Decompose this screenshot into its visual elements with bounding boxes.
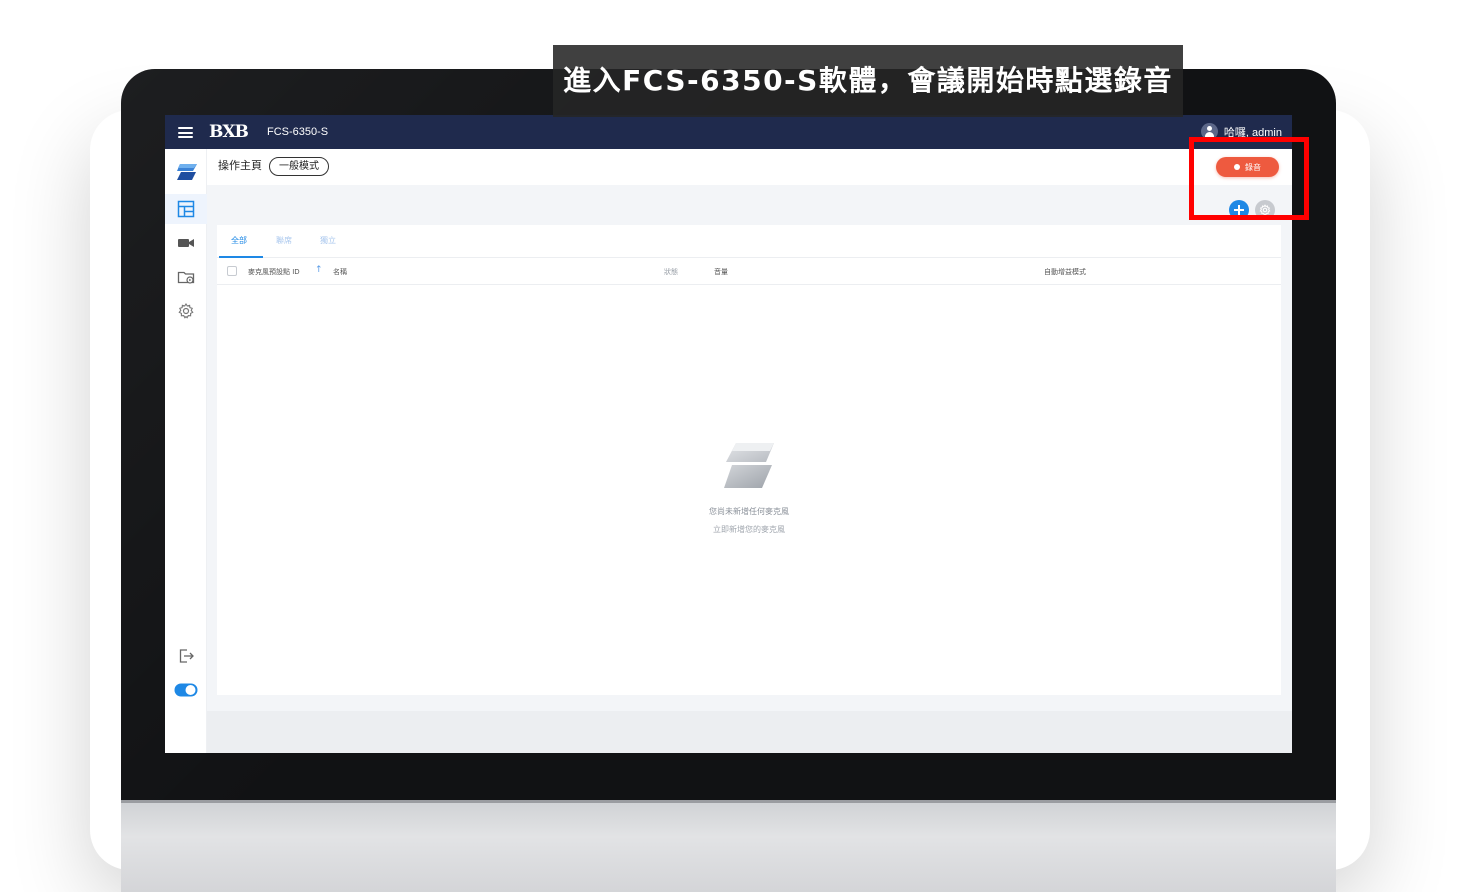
record-highlight-box — [1189, 137, 1309, 220]
gear-icon[interactable] — [176, 301, 196, 321]
table-header: 麥克風預設點 ID ↑ 名稱 狀態 音量 自動增益模式 — [217, 258, 1281, 285]
column-header-volume[interactable]: 音量 — [714, 267, 728, 277]
caption-text: 進入FCS-6350-S軟體，會議開始時點選錄音 — [563, 64, 1173, 97]
monitor-chin-edge — [121, 800, 1336, 803]
logout-icon[interactable] — [176, 646, 196, 666]
sort-arrow-up-icon[interactable]: ↑ — [315, 265, 323, 275]
instruction-caption: 進入FCS-6350-S軟體，會議開始時點選錄音 — [553, 45, 1183, 117]
top-bar: BXB FCS-6350-S 哈囉, admin — [165, 115, 1292, 149]
sidebar — [165, 149, 207, 753]
media-folder-icon[interactable] — [176, 267, 196, 287]
dashboard-icon[interactable] — [176, 199, 196, 219]
tab-all[interactable]: 全部 — [231, 235, 247, 247]
empty-state-title: 您尚未新增任何麥克風 — [709, 507, 789, 516]
screen: BXB FCS-6350-S 哈囉, admin 操作主頁 一般模式 錄音 全部… — [165, 115, 1292, 753]
column-header-name[interactable]: 名稱 — [333, 267, 347, 277]
hamburger-menu-icon[interactable] — [178, 127, 193, 138]
page-title: 操作主頁 — [218, 159, 262, 172]
empty-state-subtitle[interactable]: 立即新增您的麥克風 — [217, 524, 1281, 535]
tab-bar: 全部 聯席 獨立 — [217, 225, 1281, 258]
brand-logo: BXB — [209, 122, 249, 142]
mode-pill[interactable]: 一般模式 — [269, 157, 329, 176]
bottom-band — [207, 711, 1292, 753]
monitor-chin — [121, 800, 1336, 892]
microphone-list-card: 全部 聯席 獨立 麥克風預設點 ID ↑ 名稱 狀態 音量 自動增益模式 您尚未… — [217, 225, 1281, 695]
empty-state: 您尚未新增任何麥克風 立即新增您的麥克風 — [217, 440, 1281, 535]
app-title: FCS-6350-S — [267, 126, 329, 138]
toggle-switch[interactable] — [174, 682, 198, 702]
video-icon[interactable] — [176, 233, 196, 253]
empty-state-logo-icon — [722, 440, 776, 492]
select-all-checkbox[interactable] — [227, 266, 237, 276]
column-header-status[interactable]: 狀態 — [664, 267, 678, 277]
tab-independent[interactable]: 獨立 — [320, 235, 336, 247]
app-logo-icon[interactable] — [176, 161, 197, 181]
column-header-preset-id[interactable]: 麥克風預設點 ID — [248, 267, 300, 277]
column-header-auto-gain[interactable]: 自動增益模式 — [1044, 267, 1086, 277]
tab-joint[interactable]: 聯席 — [276, 235, 292, 247]
page-header: 操作主頁 一般模式 錄音 — [207, 149, 1292, 185]
